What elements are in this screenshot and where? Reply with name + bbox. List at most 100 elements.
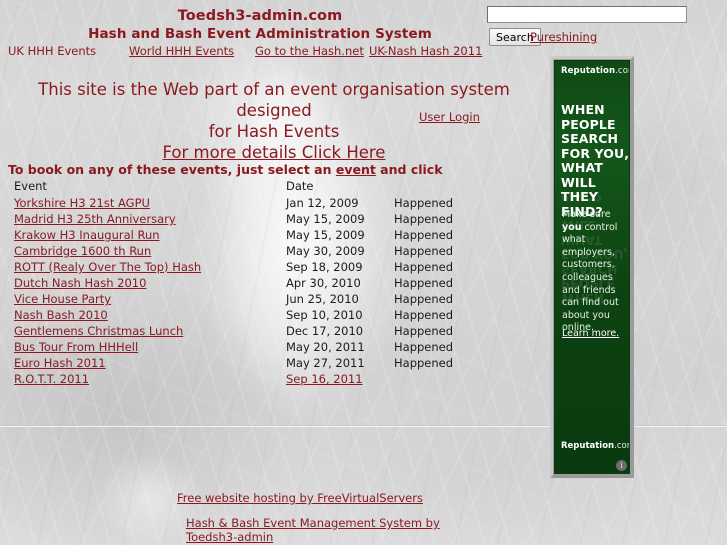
event-date-cell: May 15, 2009 xyxy=(286,227,394,243)
event-name-cell: Gentlemens Christmas Lunch xyxy=(14,323,286,339)
nav-item-world-hhh-events[interactable]: World HHH Events xyxy=(129,44,234,58)
event-date-cell: Sep 18, 2009 xyxy=(286,259,394,275)
event-date-text: Sep 10, 2010 xyxy=(286,308,363,322)
event-link[interactable]: Krakow H3 Inaugural Run xyxy=(14,228,160,242)
user-login-link[interactable]: User Login xyxy=(419,110,480,124)
event-link[interactable]: Nash Bash 2010 xyxy=(14,308,108,322)
event-name-cell: Vice House Party xyxy=(14,291,286,307)
event-name-cell: Nash Bash 2010 xyxy=(14,307,286,323)
event-status-cell: Happened xyxy=(394,308,454,322)
event-status-cell: Happened xyxy=(394,212,454,226)
table-row: Krakow H3 Inaugural Run May 15, 2009 Happe… xyxy=(14,227,494,243)
booking-instruction: To book on any of these events, just sel… xyxy=(8,162,443,177)
event-name-cell: Yorkshire H3 21st AGPU xyxy=(14,195,286,211)
table-row: Yorkshire H3 21st AGPU Jan 12, 2009 Happen… xyxy=(14,195,494,211)
ad-brand-top: Reputation.com xyxy=(555,61,629,76)
event-management-system-link[interactable]: Hash & Bash Event Management System by T… xyxy=(186,516,440,544)
event-name-cell: ROTT (Realy Over The Top) Hash xyxy=(14,259,286,275)
footer-hosting: Free website hosting by FreeVirtualServe… xyxy=(0,491,600,505)
event-name-cell: Madrid H3 25th Anniversary xyxy=(14,211,286,227)
event-date-cell: May 20, 2011 xyxy=(286,339,394,355)
event-link[interactable]: Madrid H3 25th Anniversary xyxy=(14,212,176,226)
event-date-link[interactable]: Sep 16, 2011 xyxy=(286,372,363,386)
event-link[interactable]: Vice House Party xyxy=(14,292,111,306)
table-row: Vice House Party Jun 25, 2010 Happened xyxy=(14,291,494,307)
event-date-cell: Apr 30, 2010 xyxy=(286,275,394,291)
event-name-cell: Dutch Nash Hash 2010 xyxy=(14,275,286,291)
event-link[interactable]: Yorkshire H3 21st AGPU xyxy=(14,196,150,210)
advertisement-panel[interactable]: Reputation.com WHEN PEOPLE SEARCH FOR YO… xyxy=(550,56,634,478)
table-row: Dutch Nash Hash 2010 Apr 30, 2010 Happened xyxy=(14,275,494,291)
event-status-cell: Happened xyxy=(394,260,454,274)
event-name-cell: Krakow H3 Inaugural Run xyxy=(14,227,286,243)
table-row: Euro Hash 2011 May 27, 2011 Happened xyxy=(14,355,494,371)
table-row: R.O.T.T. 2011 Sep 16, 2011 xyxy=(14,371,494,387)
column-header-date: Date xyxy=(286,179,314,193)
event-date-cell: Sep 16, 2011 xyxy=(286,371,394,387)
booking-event-link[interactable]: event xyxy=(336,162,376,177)
event-name-cell: Bus Tour From HHHell xyxy=(14,339,286,355)
table-header-row: Event Date xyxy=(14,179,494,195)
table-row: ROTT (Realy Over The Top) Hash Sep 18, 20… xyxy=(14,259,494,275)
event-status-cell: Happened xyxy=(394,356,454,370)
ad-body-part2: control what employers, customers, colle… xyxy=(562,221,619,334)
event-date-cell: Dec 17, 2010 xyxy=(286,323,394,339)
page-root: Toedsh3-admin.com Hash and Bash Event Ad… xyxy=(0,0,727,545)
free-hosting-link[interactable]: Free website hosting by FreeVirtualServe… xyxy=(177,491,423,505)
event-name-cell: Euro Hash 2011 xyxy=(14,355,286,371)
ad-body-part1: Make sure xyxy=(562,209,611,220)
event-date-text: Jun 25, 2010 xyxy=(286,292,359,306)
nav-item-go-to-the-hash-net[interactable]: Go to the Hash.net xyxy=(255,44,364,58)
event-link[interactable]: Cambridge 1600 th Run xyxy=(14,244,151,258)
events-table: Event Date Yorkshire H3 21st AGPU Jan 12,… xyxy=(14,179,494,387)
ad-brand-bottom-suffix: .com xyxy=(614,441,629,451)
event-date-cell: May 27, 2011 xyxy=(286,355,394,371)
event-date-text: Apr 30, 2010 xyxy=(286,276,361,290)
search-input[interactable] xyxy=(487,6,687,23)
event-date-text: May 30, 2009 xyxy=(286,244,365,258)
event-link[interactable]: R.O.T.T. 2011 xyxy=(14,372,89,386)
ad-brand-bottom: Reputation.com xyxy=(561,441,629,451)
column-header-event: Event xyxy=(14,179,47,193)
event-link[interactable]: Gentlemens Christmas Lunch xyxy=(14,324,183,338)
table-row: Bus Tour From HHHell May 20, 2011 Happened xyxy=(14,339,494,355)
ad-brand-top-bold: Reputation xyxy=(561,66,616,76)
event-date-cell: Jun 25, 2010 xyxy=(286,291,394,307)
event-link[interactable]: Dutch Nash Hash 2010 xyxy=(14,276,146,290)
ad-body-emphasis: you xyxy=(562,221,582,233)
event-status-cell: Happened xyxy=(394,292,454,306)
event-date-text: May 27, 2011 xyxy=(286,356,365,370)
more-details-link[interactable]: For more details Click Here xyxy=(163,142,386,163)
pureshining-link[interactable]: Pureshining xyxy=(530,30,597,44)
footer-system: Hash & Bash Event Management System by T… xyxy=(186,516,466,544)
event-link[interactable]: Euro Hash 2011 xyxy=(14,356,106,370)
table-row: Gentlemens Christmas Lunch Dec 17, 2010 Ha… xyxy=(14,323,494,339)
ad-brand-bottom-bold: Reputation xyxy=(561,441,615,451)
event-date-cell: May 30, 2009 xyxy=(286,243,394,259)
table-row: Nash Bash 2010 Sep 10, 2010 Happened xyxy=(14,307,494,323)
adchoices-info-icon[interactable]: i xyxy=(616,460,627,471)
ad-brand-top-suffix: .com xyxy=(615,66,629,76)
booking-text-before: To book on any of these events, just sel… xyxy=(8,162,336,177)
event-date-cell: May 15, 2009 xyxy=(286,211,394,227)
event-link[interactable]: ROTT (Realy Over The Top) Hash xyxy=(14,260,201,274)
advertisement-inner: Reputation.com WHEN PEOPLE SEARCH FOR YO… xyxy=(554,60,630,474)
intro-line-2: for Hash Events xyxy=(208,122,340,141)
nav-item-uk-nash-hash-2011[interactable]: UK-Nash Hash 2011 xyxy=(369,44,482,58)
event-date-text: Jan 12, 2009 xyxy=(286,196,359,210)
ad-body-text: Make sure you control what employers, cu… xyxy=(562,209,629,335)
event-date-text: May 15, 2009 xyxy=(286,228,365,242)
event-date-text: May 15, 2009 xyxy=(286,212,365,226)
event-status-cell xyxy=(394,371,494,387)
event-name-cell: R.O.T.T. 2011 xyxy=(14,371,286,387)
event-status-cell: Happened xyxy=(394,244,454,258)
ad-learn-more-link[interactable]: Learn more. xyxy=(562,328,619,339)
site-subtitle: Hash and Bash Event Administration Syste… xyxy=(88,26,432,42)
event-date-text: May 20, 2011 xyxy=(286,340,365,354)
event-date-cell: Jan 12, 2009 xyxy=(286,195,394,211)
event-link[interactable]: Bus Tour From HHHell xyxy=(14,340,138,354)
table-row: Cambridge 1600 th Run May 30, 2009 Happene… xyxy=(14,243,494,259)
site-title: Toedsh3-admin.com xyxy=(177,8,343,24)
nav-item-uk-hhh-events[interactable]: UK HHH Events xyxy=(8,44,96,58)
column-header-status xyxy=(394,179,494,195)
